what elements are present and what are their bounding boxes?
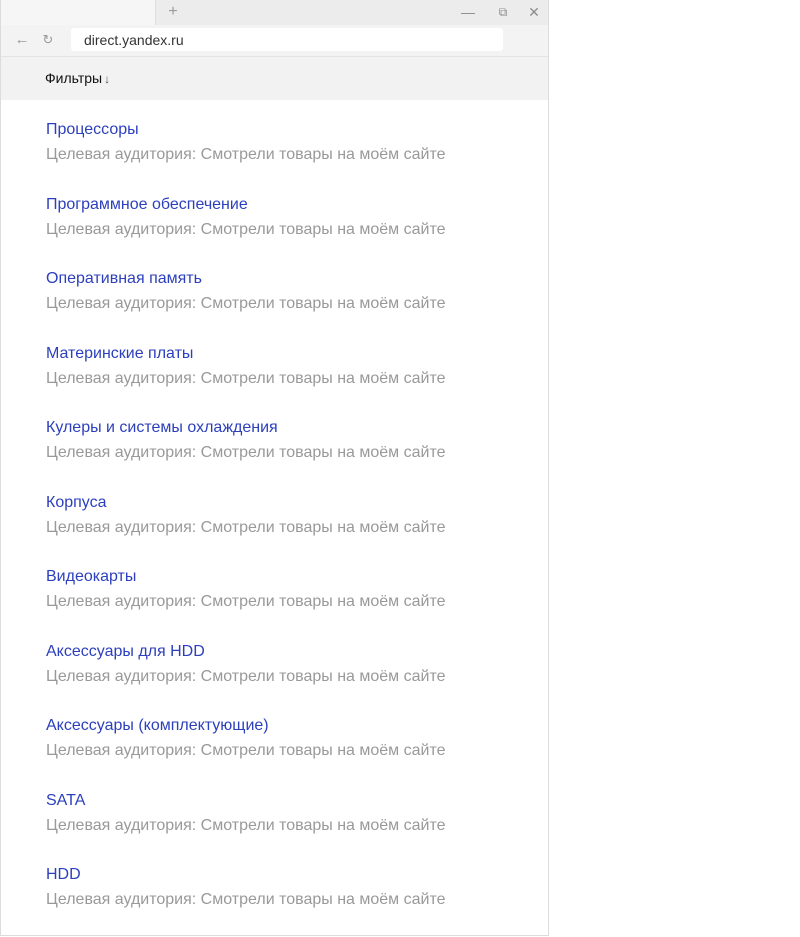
- address-bar[interactable]: [71, 28, 503, 51]
- item-subtitle: Целевая аудитория: Смотрели товары на мо…: [46, 891, 446, 908]
- list-item: Оперативная память Целевая аудитория: См…: [46, 269, 446, 314]
- new-tab-icon[interactable]: +: [164, 3, 182, 21]
- list-item: Программное обеспечение Целевая аудитори…: [46, 195, 446, 240]
- list-item: Кулеры и системы охлаждения Целевая ауди…: [46, 418, 446, 463]
- close-icon[interactable]: ✕: [525, 3, 543, 21]
- item-subtitle: Целевая аудитория: Смотрели товары на мо…: [46, 146, 446, 163]
- list-item: Аксессуары (комплектующие) Целевая аудит…: [46, 716, 446, 761]
- item-title-link[interactable]: HDD: [46, 865, 446, 885]
- item-subtitle: Целевая аудитория: Смотрели товары на мо…: [46, 444, 446, 461]
- sort-down-arrow-icon: ↓: [104, 72, 111, 86]
- list-item: Аксессуары для HDD Целевая аудитория: См…: [46, 642, 446, 687]
- list-item: SATA Целевая аудитория: Смотрели товары …: [46, 791, 446, 836]
- item-subtitle: Целевая аудитория: Смотрели товары на мо…: [46, 668, 446, 685]
- filters-sort-button[interactable]: Фильтры ↓: [45, 70, 110, 86]
- item-title-link[interactable]: Аксессуары (комплектующие): [46, 716, 446, 736]
- back-arrow-icon[interactable]: ←: [13, 31, 31, 49]
- item-title-link[interactable]: SATA: [46, 791, 446, 811]
- item-title-link[interactable]: Корпуса: [46, 493, 446, 513]
- item-title-link[interactable]: Материнские платы: [46, 344, 446, 364]
- reload-icon[interactable]: ↻: [39, 31, 57, 49]
- item-subtitle: Целевая аудитория: Смотрели товары на мо…: [46, 221, 446, 238]
- item-title-link[interactable]: Аксессуары для HDD: [46, 642, 446, 662]
- item-title-link[interactable]: Программное обеспечение: [46, 195, 446, 215]
- list-item: Материнские платы Целевая аудитория: Смо…: [46, 344, 446, 389]
- list-item: HDD Целевая аудитория: Смотрели товары н…: [46, 865, 446, 910]
- item-subtitle: Целевая аудитория: Смотрели товары на мо…: [46, 519, 446, 536]
- filters-header: Фильтры ↓: [1, 57, 548, 100]
- minimize-icon[interactable]: —: [459, 3, 477, 21]
- item-title-link[interactable]: Процессоры: [46, 120, 446, 140]
- filters-label: Фильтры: [45, 70, 103, 86]
- browser-window: + — ⧉ ✕ ← ↻ Фильтры↓ Процессоры Целевая …: [0, 0, 549, 936]
- navigation-bar: ← ↻: [1, 25, 548, 57]
- url-input[interactable]: [71, 28, 494, 51]
- item-title-link[interactable]: Кулеры и системы охлаждения: [46, 418, 446, 438]
- active-tab[interactable]: [1, 0, 156, 25]
- list-item: Видеокарты Целевая аудитория: Смотрели т…: [46, 567, 446, 612]
- item-subtitle: Целевая аудитория: Смотрели товары на мо…: [46, 593, 446, 610]
- restore-icon[interactable]: ⧉: [494, 3, 512, 21]
- list-item: Корпуса Целевая аудитория: Смотрели това…: [46, 493, 446, 538]
- item-subtitle: Целевая аудитория: Смотрели товары на мо…: [46, 742, 446, 759]
- item-subtitle: Целевая аудитория: Смотрели товары на мо…: [46, 370, 446, 387]
- item-title-link[interactable]: Видеокарты: [46, 567, 446, 587]
- list-item: Процессоры Целевая аудитория: Смотрели т…: [46, 120, 446, 165]
- item-subtitle: Целевая аудитория: Смотрели товары на мо…: [46, 817, 446, 834]
- tab-bar: + — ⧉ ✕: [1, 0, 548, 25]
- item-subtitle: Целевая аудитория: Смотрели товары на мо…: [46, 295, 446, 312]
- item-title-link[interactable]: Оперативная память: [46, 269, 446, 289]
